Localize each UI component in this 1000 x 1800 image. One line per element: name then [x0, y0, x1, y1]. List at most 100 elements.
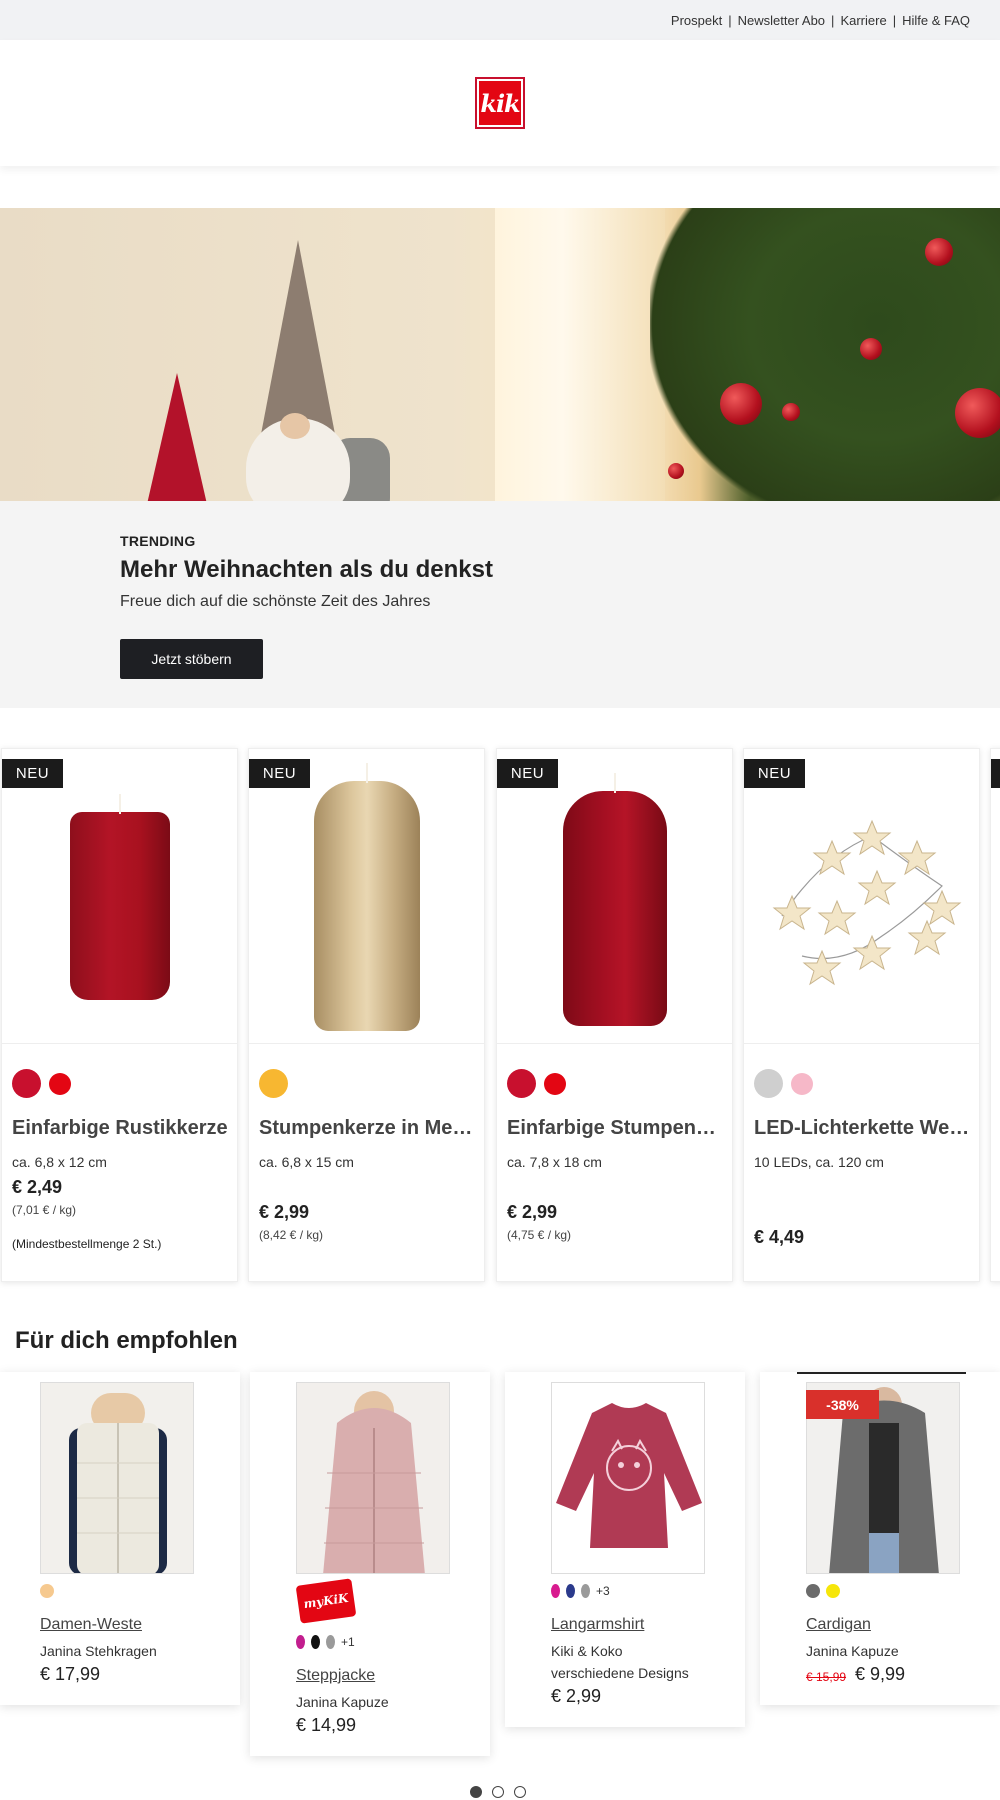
- product-card[interactable]: NEU LED-Lichterkette Weihnachten 10 LEDs…: [743, 748, 980, 1282]
- product-image[interactable]: [744, 749, 979, 1044]
- promo-block: TRENDING Mehr Weihnachten als du denkst …: [0, 501, 1000, 708]
- color-swatch[interactable]: [826, 1584, 840, 1598]
- new-badge: NEU: [2, 759, 63, 788]
- color-swatch[interactable]: [544, 1072, 566, 1095]
- product-price: € 2,99: [507, 1202, 558, 1222]
- product-image[interactable]: [551, 1382, 705, 1574]
- color-swatch[interactable]: [754, 1069, 783, 1098]
- longsleeve-photo: [552, 1383, 704, 1573]
- product-name-link[interactable]: Damen-Weste: [40, 1616, 142, 1634]
- product-subtitle-2: verschiedene Designs: [551, 1665, 689, 1681]
- product-card[interactable]: NEU Stumpenkerze in Metallic-Optik ca. 6…: [248, 748, 485, 1282]
- color-swatches: [806, 1584, 840, 1598]
- link-newsletter[interactable]: Newsletter Abo: [732, 13, 831, 28]
- recommended-card[interactable]: +3 Langarmshirt Kiki & Koko verschiedene…: [505, 1372, 745, 1727]
- product-subtitle: Janina Kapuze: [296, 1694, 389, 1710]
- carousel-pagination: [470, 1786, 526, 1798]
- pagination-dot[interactable]: [514, 1786, 526, 1798]
- link-karriere[interactable]: Karriere: [834, 13, 892, 28]
- color-swatch[interactable]: [581, 1584, 590, 1598]
- kik-logo[interactable]: kik: [475, 77, 525, 129]
- product-image[interactable]: [249, 749, 484, 1044]
- product-name-link[interactable]: Langarmshirt: [551, 1616, 644, 1634]
- color-swatch[interactable]: [40, 1584, 54, 1598]
- product-card[interactable]: NEU Einfarbige Rustikkerze ca. 6,8 x 12 …: [1, 748, 238, 1282]
- color-swatch[interactable]: [12, 1069, 41, 1098]
- utility-bar: Prospekt | Newsletter Abo | Karriere | H…: [0, 0, 1000, 40]
- product-image[interactable]: [497, 749, 732, 1044]
- hero-gnome-nose: [280, 413, 310, 439]
- jetzt-stoebern-button[interactable]: Jetzt stöbern: [120, 639, 263, 679]
- color-swatches: [12, 1069, 71, 1098]
- color-swatches: [40, 1584, 54, 1598]
- pagination-dot[interactable]: [470, 1786, 482, 1798]
- product-unit-price: (7,01 € / kg): [12, 1203, 77, 1217]
- led-star-chain-image: [772, 819, 961, 986]
- product-name-link[interactable]: Cardigan: [806, 1616, 871, 1634]
- ornament: [925, 238, 953, 266]
- discount-badge: -38%: [806, 1390, 879, 1419]
- color-swatch[interactable]: [806, 1584, 820, 1598]
- recommended-card[interactable]: Cardigan Janina Kapuze € 15,99 € 9,99: [760, 1372, 1000, 1705]
- product-unit-price: (8,42 € / kg): [259, 1228, 324, 1242]
- new-badge: NEU: [249, 759, 310, 788]
- ornament: [955, 388, 1000, 438]
- product-subtitle: Janina Kapuze: [806, 1643, 899, 1659]
- product-name[interactable]: Einfarbige Stumpenkerze: [507, 1117, 727, 1140]
- product-name-link[interactable]: Steppjacke: [296, 1667, 375, 1685]
- color-swatch[interactable]: [551, 1584, 560, 1598]
- product-card-partial[interactable]: [990, 748, 1000, 1282]
- color-swatch[interactable]: [259, 1069, 288, 1098]
- color-swatches: +1: [296, 1635, 355, 1649]
- product-image[interactable]: [2, 749, 237, 1044]
- product-dimensions: 10 LEDs, ca. 120 cm: [754, 1154, 884, 1170]
- candle-wick: [118, 794, 121, 814]
- color-swatches: [754, 1069, 813, 1098]
- product-name[interactable]: Einfarbige Rustikkerze: [12, 1117, 232, 1140]
- hero-banner-image[interactable]: [0, 208, 1000, 501]
- color-swatches: +3: [551, 1584, 610, 1598]
- color-swatches: [507, 1069, 566, 1098]
- hero-window: [495, 208, 665, 501]
- color-swatch[interactable]: [566, 1584, 575, 1598]
- recommended-title: Für dich empfohlen: [15, 1327, 238, 1354]
- product-image[interactable]: [296, 1382, 450, 1574]
- ornament: [782, 403, 800, 421]
- recommended-card[interactable]: myKiK +1 Steppjacke Janina Kapuze € 14,9…: [250, 1372, 490, 1756]
- product-name[interactable]: Stumpenkerze in Metallic-Optik: [259, 1117, 479, 1140]
- logo-text: kik: [480, 88, 520, 118]
- jacket-photo: [297, 1383, 449, 1573]
- color-swatch[interactable]: [507, 1069, 536, 1098]
- link-prospekt[interactable]: Prospekt: [665, 13, 728, 28]
- product-subtitle: Janina Stehkragen: [40, 1643, 157, 1659]
- recommended-card[interactable]: Damen-Weste Janina Stehkragen € 17,99: [0, 1372, 240, 1705]
- metallic-candle-image: [313, 763, 420, 1031]
- product-name[interactable]: LED-Lichterkette Weihnachten: [754, 1117, 974, 1140]
- color-swatch[interactable]: [791, 1072, 813, 1095]
- rustic-candle-image: [69, 794, 170, 1000]
- new-badge: [991, 759, 1000, 788]
- old-price: € 15,99: [806, 1670, 847, 1684]
- ornament: [668, 463, 684, 479]
- product-card[interactable]: NEU Einfarbige Stumpenkerze ca. 7,8 x 18…: [496, 748, 733, 1282]
- pillar-candle-image: [562, 772, 667, 1026]
- candle-wick: [365, 763, 368, 783]
- color-swatch[interactable]: [326, 1635, 335, 1649]
- more-colors-count: +3: [596, 1584, 610, 1598]
- product-carousel: NEU Einfarbige Rustikkerze ca. 6,8 x 12 …: [0, 748, 1000, 1282]
- product-dimensions: ca. 6,8 x 12 cm: [12, 1154, 107, 1170]
- color-swatch[interactable]: [296, 1635, 305, 1649]
- product-subtitle: Kiki & Koko: [551, 1643, 623, 1659]
- color-swatch[interactable]: [49, 1072, 71, 1095]
- product-image[interactable]: [40, 1382, 194, 1574]
- link-hilfe-faq[interactable]: Hilfe & FAQ: [896, 13, 976, 28]
- site-header: kik: [0, 40, 1000, 166]
- pagination-dot[interactable]: [492, 1786, 504, 1798]
- promo-title: Mehr Weihnachten als du denkst: [120, 556, 493, 583]
- more-colors-count: +1: [341, 1635, 355, 1649]
- product-price: € 2,99: [259, 1202, 310, 1222]
- product-min-order: (Mindestbestellmenge 2 St.): [12, 1237, 162, 1251]
- color-swatch[interactable]: [311, 1635, 320, 1649]
- candle-wick: [613, 772, 616, 793]
- product-price: € 4,49: [754, 1227, 805, 1247]
